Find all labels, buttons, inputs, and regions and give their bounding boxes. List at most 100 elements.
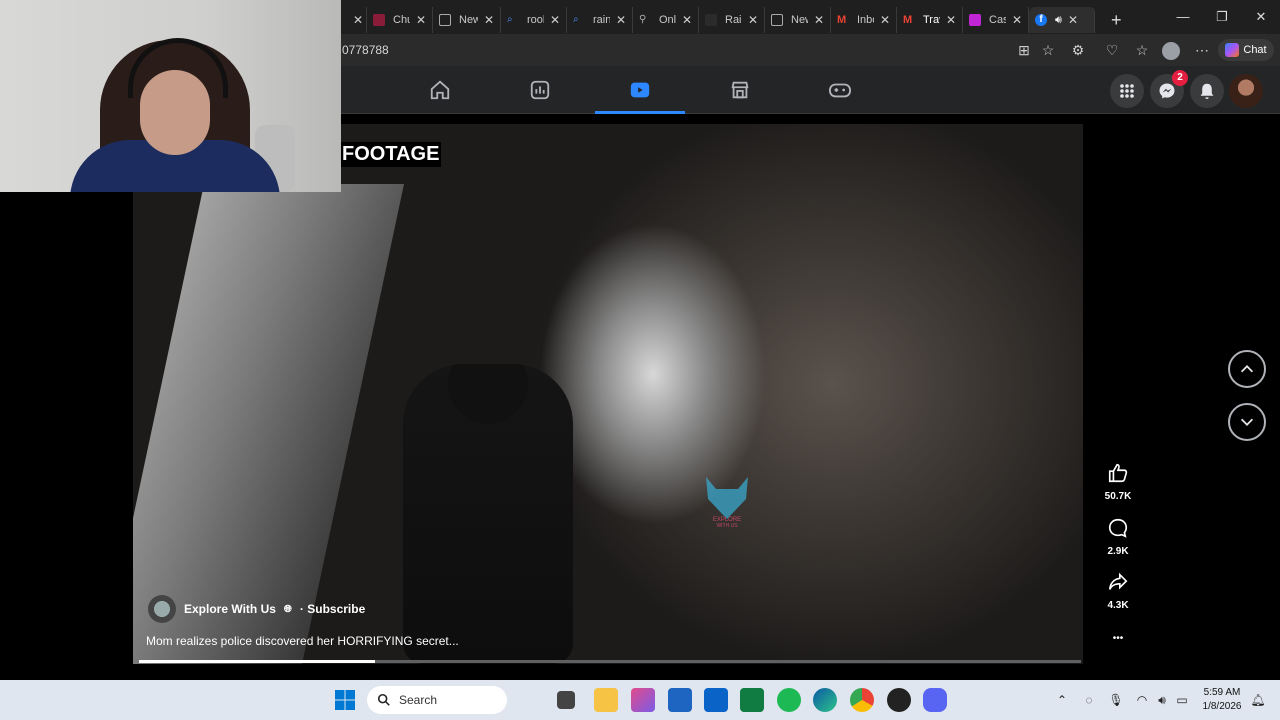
- browser-tab[interactable]: Rain ✕: [699, 7, 765, 33]
- wifi-icon[interactable]: ◠: [1134, 692, 1150, 708]
- discord-icon[interactable]: [923, 688, 947, 712]
- close-tab-icon[interactable]: ✕: [1068, 13, 1078, 27]
- battery-icon[interactable]: ▭: [1174, 692, 1190, 708]
- notification-center-icon[interactable]: 🔔︎: [1250, 692, 1266, 708]
- menu-button[interactable]: [1110, 74, 1144, 108]
- copilot-chat-button[interactable]: Chat: [1218, 39, 1274, 61]
- url-text[interactable]: 0778788: [342, 43, 389, 57]
- microphone-icon[interactable]: 🎙︎: [1108, 692, 1124, 708]
- messenger-badge: 2: [1172, 70, 1188, 86]
- close-window-button[interactable]: ✕: [1246, 6, 1276, 28]
- video-icon: [630, 82, 650, 98]
- close-tab-icon[interactable]: ✕: [550, 13, 560, 27]
- tab-favicon-icon: [705, 14, 717, 26]
- clock-date: 1/8/2026: [1202, 701, 1242, 712]
- nav-video[interactable]: [595, 66, 685, 114]
- favorites-icon[interactable]: ☆: [1134, 42, 1150, 58]
- thumbs-up-icon: [1108, 463, 1128, 483]
- browser-tab[interactable]: ⌕ raini ✕: [567, 7, 633, 33]
- minimize-button[interactable]: —: [1168, 6, 1198, 28]
- file-explorer-icon[interactable]: [594, 688, 618, 712]
- browser-tab[interactable]: M Inbo ✕: [831, 7, 897, 33]
- browser-tab[interactable]: ⌕ rool ✕: [501, 7, 567, 33]
- share-action[interactable]: 4.3K: [1096, 571, 1140, 611]
- nav-gaming[interactable]: [795, 66, 885, 114]
- taskbar-search[interactable]: Search: [367, 686, 507, 714]
- search-icon: ⌕: [573, 14, 579, 25]
- photos-app-icon[interactable]: [631, 688, 655, 712]
- app-icon[interactable]: [668, 688, 692, 712]
- subscribe-link[interactable]: · Subscribe: [300, 602, 365, 616]
- browser-tab[interactable]: New ✕: [765, 7, 831, 33]
- tab-label: New: [459, 14, 478, 26]
- browser-tab[interactable]: ⚲ Onli ✕: [633, 7, 699, 33]
- search-icon: ⌕: [507, 14, 513, 25]
- channel-avatar[interactable]: [148, 595, 176, 623]
- tab-label: Trav: [923, 14, 940, 26]
- app-icon[interactable]: [887, 688, 911, 712]
- messenger-icon: [1159, 83, 1175, 99]
- edge-icon[interactable]: [813, 688, 837, 712]
- new-tab-button[interactable]: +: [1111, 10, 1122, 31]
- speaker-icon[interactable]: 🔊︎: [1055, 14, 1062, 27]
- pages-icon: [530, 80, 550, 100]
- browser-tab[interactable]: New ✕: [433, 7, 501, 33]
- watermark-text: WITH US: [716, 523, 738, 529]
- volume-icon[interactable]: 🔊︎: [1154, 692, 1170, 708]
- close-tab-icon[interactable]: ✕: [880, 13, 890, 27]
- screen: g ✕ Chu ✕ New ✕ ⌕ rool ✕ ⌕ raini ✕ ⚲ Onl…: [0, 0, 1280, 720]
- browser-tab[interactable]: Chu ✕: [367, 7, 433, 33]
- facebook-profile-avatar[interactable]: [1229, 74, 1263, 108]
- notifications-button[interactable]: [1190, 74, 1224, 108]
- excel-icon[interactable]: [740, 688, 764, 712]
- video-frame[interactable]: EXPLORE WITH US: [133, 124, 1083, 664]
- close-tab-icon[interactable]: ✕: [484, 13, 494, 27]
- outlook-icon[interactable]: [704, 688, 728, 712]
- close-tab-icon[interactable]: ✕: [353, 13, 363, 27]
- chrome-icon[interactable]: [850, 688, 874, 712]
- previous-reel-button[interactable]: [1228, 350, 1266, 388]
- browser-tab-active[interactable]: f 🔊︎ ✕: [1029, 7, 1095, 33]
- more-options-button[interactable]: •••: [1096, 628, 1140, 646]
- restore-button[interactable]: ❐: [1207, 6, 1237, 28]
- comment-icon: [1108, 518, 1128, 538]
- app-available-icon[interactable]: ⊞: [1016, 42, 1032, 58]
- close-tab-icon[interactable]: ✕: [946, 13, 956, 27]
- home-icon: [430, 80, 450, 100]
- taskbar-clock[interactable]: 5:59 AM 1/8/2026: [1196, 686, 1248, 714]
- tray-app-icon[interactable]: ◌: [1081, 692, 1097, 708]
- grid-menu-icon: [1120, 84, 1134, 98]
- chevron-up-icon[interactable]: ⌃: [1054, 692, 1070, 708]
- close-tab-icon[interactable]: ✕: [416, 13, 426, 27]
- nav-home[interactable]: [395, 66, 485, 114]
- more-menu-icon[interactable]: ⋯: [1194, 42, 1210, 58]
- close-tab-icon[interactable]: ✕: [682, 13, 692, 27]
- reel-video-player[interactable]: EXPLORE WITH US: [0, 114, 1280, 678]
- gmail-icon: M: [903, 14, 913, 26]
- next-reel-button[interactable]: [1228, 403, 1266, 441]
- windows-start-icon[interactable]: [333, 688, 357, 712]
- close-tab-icon[interactable]: ✕: [616, 13, 626, 27]
- search-icon: [377, 693, 390, 706]
- favorite-star-icon[interactable]: ☆: [1040, 42, 1056, 58]
- video-progress-bar[interactable]: [139, 660, 1081, 663]
- close-tab-icon[interactable]: ✕: [748, 13, 758, 27]
- profile-icon[interactable]: [1162, 42, 1180, 60]
- chevron-up-icon: [1240, 365, 1254, 373]
- channel-name[interactable]: Explore With Us: [184, 602, 276, 616]
- close-tab-icon[interactable]: ✕: [1012, 13, 1022, 27]
- comment-action[interactable]: 2.9K: [1096, 517, 1140, 557]
- tab-favicon-icon: [771, 14, 783, 26]
- browser-essentials-icon[interactable]: ♡: [1104, 42, 1120, 58]
- extensions-icon[interactable]: ⚙: [1070, 42, 1086, 58]
- browser-tab[interactable]: Casl ✕: [963, 7, 1029, 33]
- video-caption[interactable]: Mom realizes police discovered her HORRI…: [146, 634, 459, 648]
- spotify-icon[interactable]: [777, 688, 801, 712]
- browser-tab[interactable]: g ✕: [341, 7, 367, 33]
- task-view-icon[interactable]: [557, 691, 575, 709]
- like-action[interactable]: 50.7K: [1096, 462, 1140, 502]
- nav-pages[interactable]: [495, 66, 585, 114]
- close-tab-icon[interactable]: ✕: [814, 13, 824, 27]
- nav-marketplace[interactable]: [695, 66, 785, 114]
- browser-tab[interactable]: M Trav ✕: [897, 7, 963, 33]
